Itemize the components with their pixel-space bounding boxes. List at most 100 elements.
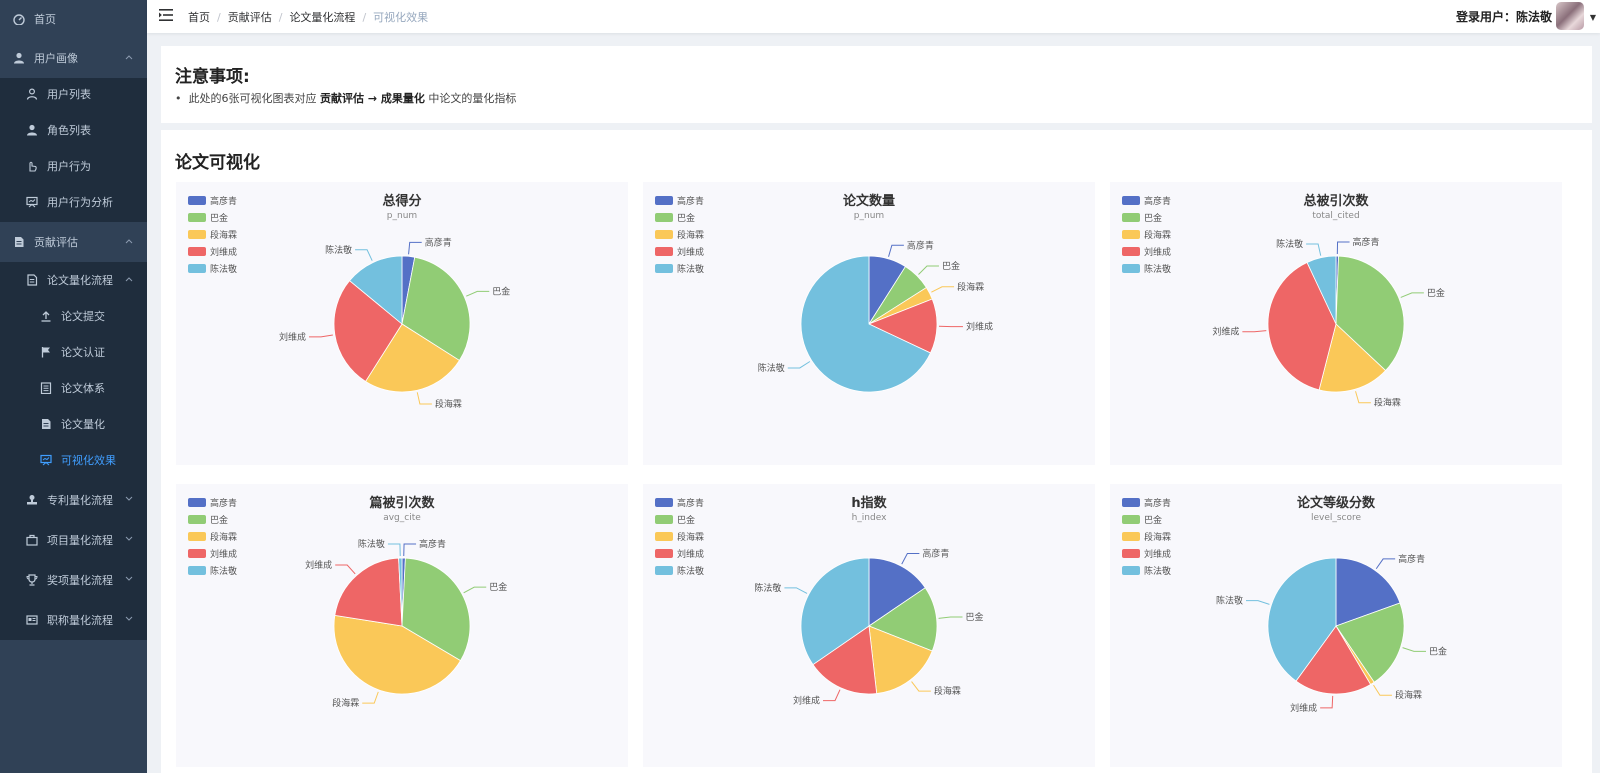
dashboard-icon [12, 12, 26, 26]
login-user-label: 登录用户：陈法敬 [1455, 10, 1552, 24]
pie-chart: 高彦青巴金段海霖刘维成陈法敬 [1212, 236, 1445, 409]
sidebar-item-4[interactable]: 用户行为 [0, 148, 147, 184]
user-icon [25, 123, 39, 137]
caret-down-icon[interactable]: ▼ [1590, 13, 1596, 22]
slice-label: 高彦青 [922, 548, 949, 560]
flag-icon [39, 345, 53, 359]
user-outline-icon [25, 87, 39, 101]
sidebar-item-3[interactable]: 角色列表 [0, 112, 147, 148]
slice-label: 巴金 [1429, 645, 1447, 657]
chevron-up-icon [125, 53, 133, 63]
file-icon [25, 273, 39, 287]
chevron-down-icon [125, 575, 133, 585]
slice-label: 陈法敬 [1216, 595, 1243, 607]
id-card-icon [25, 613, 39, 627]
sidebar-item-label: 奖项量化流程 [47, 574, 113, 587]
sidebar-item-label: 贡献评估 [34, 236, 78, 249]
sidebar-item-0[interactable]: 首页 [0, 0, 147, 38]
sidebar-item-label: 论文量化 [61, 418, 105, 431]
trophy-icon [25, 573, 39, 587]
sidebar-item-label: 论文提交 [61, 310, 105, 323]
slice-label: 刘维成 [793, 695, 820, 707]
document-icon [12, 235, 26, 249]
label-leader-line [918, 265, 939, 275]
label-leader-line [335, 564, 356, 575]
sidebar-item-1[interactable]: 用户画像 [0, 38, 147, 78]
sidebar-item-2[interactable]: 用户列表 [0, 76, 147, 112]
bullet-icon: • [175, 92, 189, 105]
slice-label: 陈法敬 [325, 244, 352, 256]
label-leader-line [823, 689, 841, 702]
chevron-down-icon [125, 495, 133, 505]
sidebar: 首页用户画像用户列表角色列表用户行为用户行为分析贡献评估论文量化流程论文提交论文… [0, 0, 147, 773]
sidebar-item-label: 论文体系 [61, 382, 105, 395]
sidebar-item-7[interactable]: 论文量化流程 [0, 260, 147, 300]
sidebar-item-8[interactable]: 论文提交 [0, 298, 147, 334]
slice-label: 高彦青 [907, 239, 934, 251]
pie-chart: 高彦青巴金段海霖刘维成陈法敬 [758, 239, 993, 393]
sidebar-item-12[interactable]: 可视化效果 [0, 442, 147, 478]
sidebar-item-15[interactable]: 奖项量化流程 [0, 560, 147, 600]
chart-board-icon [25, 195, 39, 209]
chevron-up-icon [125, 275, 133, 285]
slice-label: 段海霖 [332, 697, 359, 709]
pie-chart-panel: 高彦青 巴金 段海霖 刘维成 陈法敬 篇被引次数 avg_cite 高彦青 巴金 段海霖 刘维成 陈法… [176, 484, 628, 767]
user-icon [12, 51, 26, 65]
slice-label: 刘维成 [279, 331, 306, 343]
chevron-down-icon [125, 615, 133, 625]
stamp-icon [25, 493, 39, 507]
slice-label: 巴金 [966, 611, 984, 623]
pie-chart-panel: 高彦青 巴金 段海霖 刘维成 陈法敬 总得分 p_num 高彦青 巴金 段海霖 刘维成 陈法敬 [176, 182, 628, 465]
label-leader-line [355, 249, 373, 261]
sidebar-item-label: 项目量化流程 [47, 534, 113, 547]
sidebar-item-13[interactable]: 专利量化流程 [0, 480, 147, 520]
chart-board-icon [39, 453, 53, 467]
label-leader-line [1242, 330, 1267, 333]
pie-chart: 高彦青巴金段海霖刘维成陈法敬 [305, 538, 507, 709]
label-leader-line [1375, 558, 1396, 570]
breadcrumb-paper-flow[interactable]: 论文量化流程 [289, 11, 355, 24]
label-leader-line [408, 241, 422, 255]
pie-slice-3[interactable] [334, 557, 403, 627]
briefcase-icon [25, 533, 39, 547]
label-leader-line [938, 616, 963, 619]
label-leader-line [1402, 647, 1426, 652]
sidebar-item-16[interactable]: 职称量化流程 [0, 600, 147, 640]
slice-label: 高彦青 [1353, 236, 1380, 248]
hamburger-icon[interactable] [159, 9, 173, 21]
sidebar-item-label: 用户画像 [34, 52, 78, 65]
label-leader-line [888, 244, 904, 257]
sidebar-item-label: 论文认证 [61, 346, 105, 359]
label-leader-line [784, 587, 808, 594]
pie-chart: 高彦青巴金段海霖刘维成陈法敬 [754, 548, 984, 707]
notice-suffix: 中论文的量化指标 [424, 92, 517, 105]
pie-chart-panel: 高彦青 巴金 段海霖 刘维成 陈法敬 论文数量 p_num 高彦青 巴金 段海霖 刘维成 陈法敬 [643, 182, 1095, 465]
sidebar-item-10[interactable]: 论文体系 [0, 370, 147, 406]
sidebar-item-14[interactable]: 项目量化流程 [0, 520, 147, 560]
pie-chart-panel: 高彦青 巴金 段海霖 刘维成 陈法敬 总被引次数 total_cited 高彦青 巴金 段海霖 刘维… [1110, 182, 1562, 465]
label-leader-line [403, 543, 417, 557]
sidebar-item-label: 角色列表 [47, 124, 91, 137]
pie-chart: 高彦青巴金段海霖刘维成陈法敬 [279, 236, 510, 410]
sidebar-item-5[interactable]: 用户行为分析 [0, 184, 147, 220]
avatar[interactable] [1556, 2, 1584, 30]
label-leader-line [416, 392, 432, 405]
label-leader-line [362, 691, 379, 704]
sidebar-item-label: 用户行为分析 [47, 196, 113, 209]
slice-label: 刘维成 [966, 321, 993, 333]
label-leader-line [1373, 684, 1392, 696]
label-leader-line [911, 681, 931, 692]
sidebar-item-6[interactable]: 贡献评估 [0, 222, 147, 262]
notice-prefix: 此处的6张可视化图表对应 [188, 92, 320, 105]
label-leader-line [1336, 241, 1350, 255]
sidebar-item-11[interactable]: 论文量化 [0, 406, 147, 442]
label-leader-line [1320, 695, 1334, 709]
breadcrumb-contribution[interactable]: 贡献评估 [228, 11, 272, 24]
sidebar-item-9[interactable]: 论文认证 [0, 334, 147, 370]
sidebar-item-label: 职称量化流程 [47, 614, 113, 627]
breadcrumb-home[interactable]: 首页 [188, 11, 210, 24]
slice-label: 巴金 [492, 285, 510, 297]
slice-label: 段海霖 [934, 685, 961, 697]
slice-label: 段海霖 [1395, 689, 1422, 701]
label-leader-line [1400, 292, 1424, 298]
